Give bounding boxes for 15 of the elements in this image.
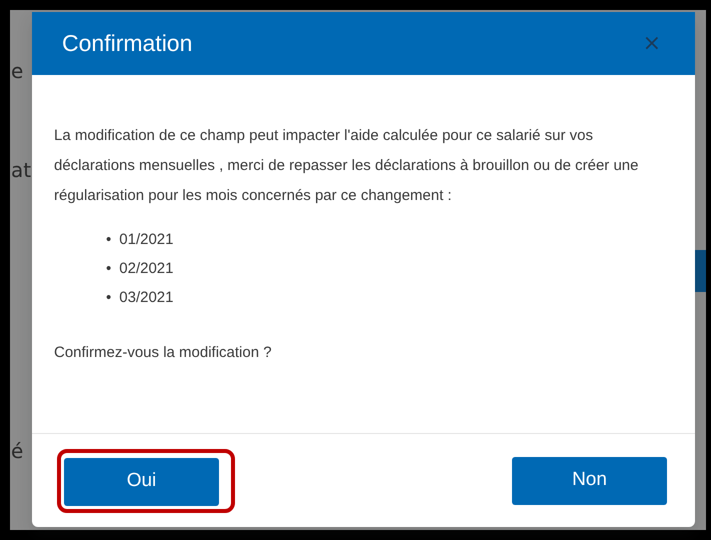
- message-text: La modification de ce champ peut impacter l'aide calculée pour ce salarié sur vos déclarations mensuelles , merci de repasser les déclarations à brouillon ou de créer une régularisation pour les mois concernés par ce changement :: [54, 126, 640, 206]
- bullet: •: [106, 259, 112, 279]
- month-item: 01/2021: [119, 230, 174, 250]
- bullet: •: [106, 230, 112, 250]
- no-button[interactable]: Non: [512, 456, 667, 504]
- month-item: 02/2021: [119, 259, 174, 279]
- dialog-title: Confirmation: [62, 29, 192, 58]
- background-text: at: [11, 157, 32, 184]
- month-item: 03/2021: [119, 288, 174, 308]
- background-panel: [694, 250, 706, 292]
- bullet: •: [106, 288, 112, 308]
- background-text: e: [11, 58, 24, 85]
- background-text: é: [11, 438, 24, 465]
- question-text: Confirmez-vous la modification ?: [54, 343, 273, 363]
- yes-button[interactable]: Oui: [64, 458, 219, 506]
